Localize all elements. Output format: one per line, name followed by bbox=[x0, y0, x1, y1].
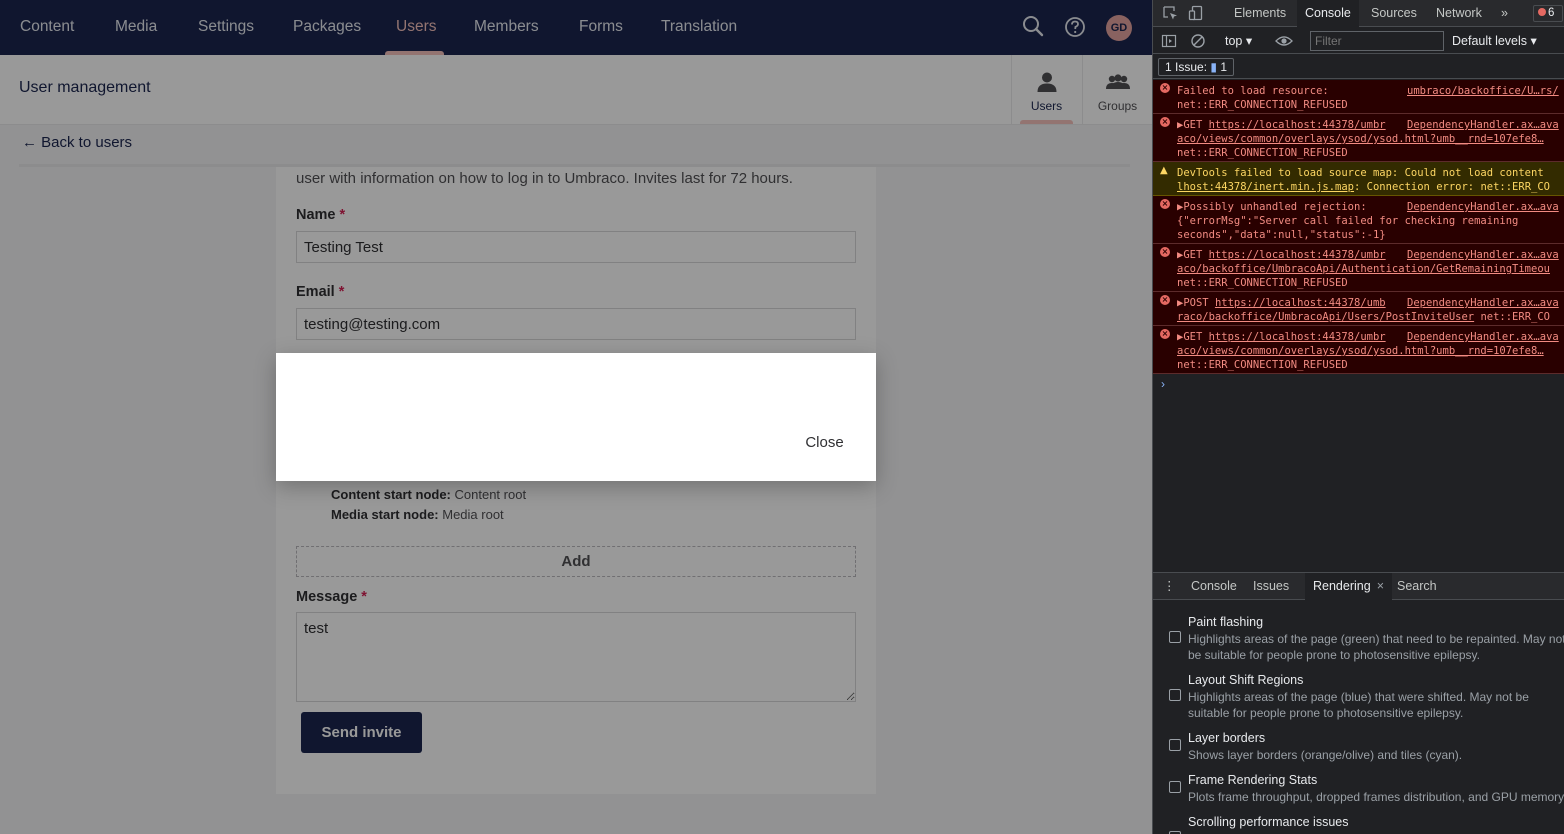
console-filter-input[interactable] bbox=[1310, 31, 1444, 51]
message-source-link[interactable]: DependencyHandler.ax…ava bbox=[1407, 200, 1559, 214]
console-error-message[interactable]: × ▶POST https://localhost:44378/umb Depe… bbox=[1153, 292, 1564, 326]
option-description: Shows layer borders (orange/olive) and t… bbox=[1188, 748, 1463, 762]
message-source-link[interactable]: umbraco/backoffice/U…rs/ bbox=[1407, 84, 1559, 98]
drawer-tab-issues[interactable]: Issues bbox=[1245, 573, 1297, 600]
drawer-tabbar: ⋮ Console Issues Rendering × Search bbox=[1153, 573, 1564, 600]
message-url-link[interactable]: https://localhost:44378/umbr bbox=[1209, 249, 1386, 261]
sidebar-toggle-icon[interactable] bbox=[1161, 33, 1177, 54]
devtools-tabbar: Elements Console Sources Network » 6 bbox=[1153, 0, 1564, 27]
message-source-link[interactable]: DependencyHandler.ax…ava bbox=[1407, 248, 1559, 262]
option-title: Scrolling performance issues bbox=[1188, 815, 1349, 829]
drawer-menu-icon[interactable]: ⋮ bbox=[1159, 573, 1180, 600]
console-error-message[interactable]: × Failed to load resource: umbraco/backo… bbox=[1153, 80, 1564, 114]
error-icon: × bbox=[1160, 247, 1170, 257]
message-text: net::ERR_CO bbox=[1474, 311, 1550, 323]
error-count-badge[interactable]: 6 bbox=[1533, 5, 1563, 22]
console-error-message[interactable]: × ▶GET https://localhost:44378/umbr Depe… bbox=[1153, 114, 1564, 162]
devtools-tab-elements[interactable]: Elements bbox=[1226, 0, 1294, 27]
issue-flag-icon: ▮ bbox=[1210, 60, 1217, 74]
drawer-tab-rendering[interactable]: Rendering × bbox=[1305, 573, 1392, 600]
message-text: ▶Possibly unhandled rejection: bbox=[1177, 201, 1367, 213]
close-drawer-tab-icon[interactable]: × bbox=[1377, 579, 1384, 593]
close-button[interactable]: Close bbox=[782, 425, 867, 459]
option-title: Layer borders bbox=[1188, 731, 1266, 745]
inspect-element-icon[interactable] bbox=[1162, 5, 1178, 26]
option-title: Paint flashing bbox=[1188, 615, 1264, 629]
warning-icon: ▲ bbox=[1160, 165, 1168, 176]
message-url-link[interactable]: aco/views/common/overlays/ysod/ysod.html… bbox=[1177, 344, 1544, 358]
message-url-link[interactable]: https://localhost:44378/umbr bbox=[1209, 119, 1386, 131]
message-text: net::ERR_CONNECTION_REFUSED bbox=[1177, 277, 1348, 289]
message-source-link[interactable]: DependencyHandler.ax…ava bbox=[1407, 296, 1559, 310]
option-title: Layout Shift Regions bbox=[1188, 673, 1304, 687]
error-icon: × bbox=[1160, 329, 1170, 339]
eye-icon[interactable] bbox=[1275, 33, 1293, 54]
message-method: ▶POST bbox=[1177, 297, 1215, 309]
drawer-tab-console[interactable]: Console bbox=[1183, 573, 1245, 600]
message-text: seconds","data":null,"status":-1} bbox=[1177, 229, 1386, 241]
console-error-message[interactable]: × ▶GET https://localhost:44378/umbr Depe… bbox=[1153, 326, 1564, 374]
message-url-link[interactable]: aco/views/common/overlays/ysod/ysod.html… bbox=[1177, 132, 1544, 146]
message-text: net::ERR_CONNECTION_REFUSED bbox=[1177, 359, 1348, 371]
message-text: net::ERR_CONNECTION_REFUSED bbox=[1177, 99, 1348, 111]
message-url-link[interactable]: raco/backoffice/UmbracoApi/Users/PostInv… bbox=[1177, 311, 1474, 323]
error-icon: × bbox=[1160, 117, 1170, 127]
error-dot-icon bbox=[1538, 8, 1546, 16]
console-error-message[interactable]: × ▶Possibly unhandled rejection: Depende… bbox=[1153, 196, 1564, 244]
option-description: Plots frame throughput, dropped frames d… bbox=[1188, 790, 1564, 804]
issues-bar: 1 Issue: ▮ 1 bbox=[1153, 55, 1564, 79]
message-source-link[interactable]: DependencyHandler.ax…ava bbox=[1407, 330, 1559, 344]
console-prompt[interactable]: › bbox=[1161, 377, 1165, 391]
message-url-link[interactable]: lhost:44378/inert.min.js.map bbox=[1177, 181, 1354, 193]
message-method: ▶GET bbox=[1177, 119, 1209, 131]
paint-flashing-checkbox[interactable] bbox=[1169, 631, 1181, 643]
message-url-link[interactable]: aco/backoffice/UmbracoApi/Authentication… bbox=[1177, 262, 1550, 276]
layout-shift-checkbox[interactable] bbox=[1169, 689, 1181, 701]
console-toolbar: top ▾ Default levels ▾ bbox=[1153, 28, 1564, 54]
layer-borders-checkbox[interactable] bbox=[1169, 739, 1181, 751]
option-description: Highlights areas of the page (green) tha… bbox=[1188, 632, 1564, 662]
message-source-link[interactable]: DependencyHandler.ax…ava bbox=[1407, 118, 1559, 132]
message-text: DevTools failed to load source map: Coul… bbox=[1177, 167, 1544, 179]
message-text: {"errorMsg":"Server call failed for chec… bbox=[1177, 215, 1519, 227]
context-selector[interactable]: top ▾ bbox=[1225, 33, 1252, 48]
message-text: net::ERR_CONNECTION_REFUSED bbox=[1177, 147, 1348, 159]
clear-console-icon[interactable] bbox=[1190, 33, 1206, 54]
devtools-tab-console[interactable]: Console bbox=[1297, 0, 1359, 27]
option-description: Highlights areas of the page (blue) that… bbox=[1188, 690, 1529, 720]
device-toolbar-icon[interactable] bbox=[1188, 5, 1204, 26]
option-title: Frame Rendering Stats bbox=[1188, 773, 1318, 787]
message-method: ▶GET bbox=[1177, 249, 1209, 261]
issues-chip[interactable]: 1 Issue: ▮ 1 bbox=[1158, 58, 1235, 76]
more-tabs-chevron-icon[interactable]: » bbox=[1493, 0, 1516, 27]
devtools-tab-sources[interactable]: Sources bbox=[1363, 0, 1425, 27]
message-text: Failed to load resource: bbox=[1177, 85, 1329, 97]
drawer-tab-search[interactable]: Search bbox=[1389, 573, 1445, 600]
message-method: ▶GET bbox=[1177, 331, 1209, 343]
console-warning-message[interactable]: ▲ DevTools failed to load source map: Co… bbox=[1153, 162, 1564, 196]
frame-stats-checkbox[interactable] bbox=[1169, 781, 1181, 793]
console-error-message[interactable]: × ▶GET https://localhost:44378/umbr Depe… bbox=[1153, 244, 1564, 292]
error-icon: × bbox=[1160, 83, 1170, 93]
error-overlay-dialog: Close bbox=[276, 353, 876, 481]
devtools-drawer: ⋮ Console Issues Rendering × Search Paint… bbox=[1153, 572, 1564, 834]
error-icon: × bbox=[1160, 295, 1170, 305]
message-url-link[interactable]: https://localhost:44378/umbr bbox=[1209, 331, 1386, 343]
devtools-tab-network[interactable]: Network bbox=[1428, 0, 1490, 27]
message-text: : Connection error: net::ERR_CO bbox=[1354, 181, 1550, 193]
log-levels-dropdown[interactable]: Default levels ▾ bbox=[1452, 33, 1537, 48]
message-url-link[interactable]: https://localhost:44378/umb bbox=[1215, 297, 1386, 309]
error-icon: × bbox=[1160, 199, 1170, 209]
umbraco-backoffice: Content Media Settings Packages Users Me… bbox=[0, 0, 1152, 834]
devtools-panel: Elements Console Sources Network » 6 top… bbox=[1152, 0, 1564, 834]
